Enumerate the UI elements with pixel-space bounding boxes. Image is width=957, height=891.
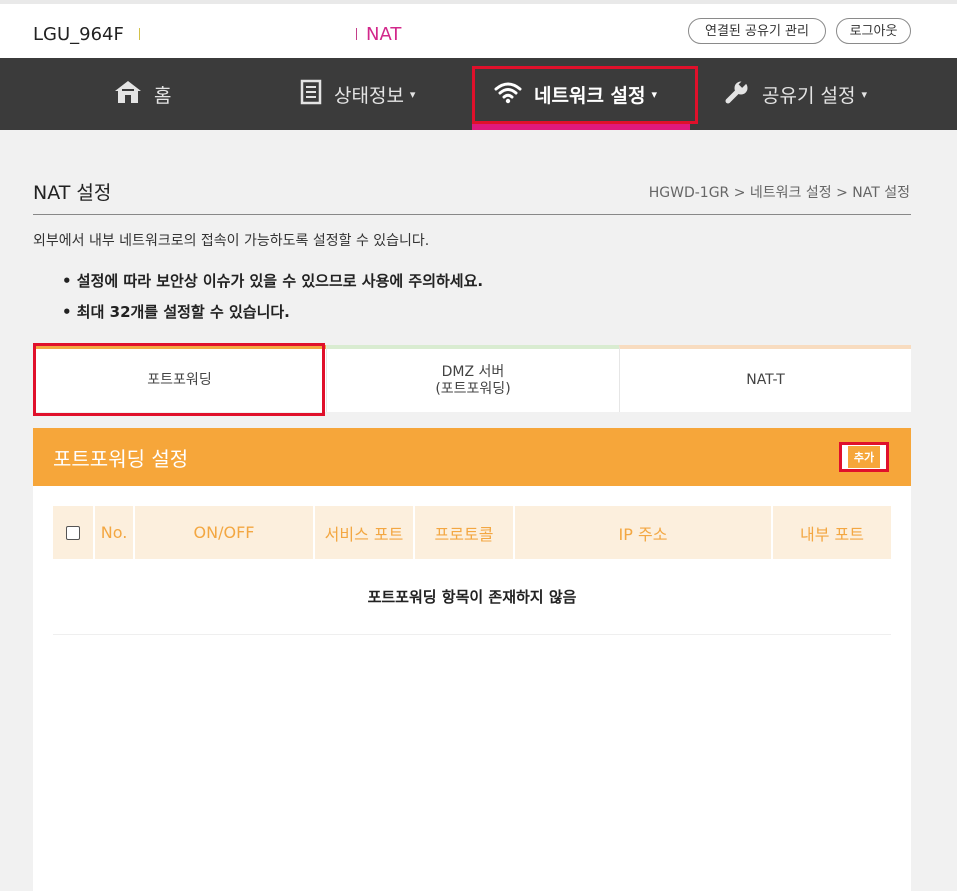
breadcrumb: HGWD-1GR > 네트워크 설정 > NAT 설정 — [648, 185, 910, 201]
column-header: IP 주소 — [515, 506, 771, 559]
nav-status[interactable]: 상태정보 ▾ — [300, 58, 415, 130]
ssid-label: LGU_964F — [33, 24, 124, 45]
active-nav-indicator — [472, 124, 690, 130]
empty-state-message: 포트포워딩 항목이 존재하지 않음 — [367, 588, 577, 606]
add-button-label: 추가 — [847, 446, 881, 468]
chevron-down-icon: ▾ — [861, 87, 867, 101]
add-button[interactable]: 추가 — [839, 442, 889, 472]
select-all-checkbox[interactable] — [66, 525, 80, 540]
mode-label: NAT — [366, 24, 402, 45]
page-description: 외부에서 내부 네트워크로의 접속이 가능하도록 설정할 수 있습니다. — [33, 233, 430, 249]
page-title: NAT 설정 — [33, 182, 112, 204]
nav-router-label: 공유기 설정 — [762, 84, 856, 107]
nav-home[interactable]: 홈 — [114, 58, 171, 130]
separator — [356, 28, 357, 40]
nav-router-settings[interactable]: 공유기 설정 ▾ — [724, 58, 867, 130]
tab-dmz-label: DMZ 서버 (포트포워딩) — [435, 363, 511, 397]
column-header: 내부 포트 — [773, 506, 891, 559]
manage-router-button[interactable]: 연결된 공유기 관리 — [688, 18, 826, 44]
note-item: • 최대 32개를 설정할 수 있습니다. — [62, 303, 290, 321]
port-forwarding-panel-header: 포트포워딩 설정 추가 — [33, 428, 911, 486]
note-item: • 설정에 따라 보안상 이슈가 있을 수 있으므로 사용에 주의하세요. — [62, 272, 484, 290]
column-header: 프로토콜 — [415, 506, 513, 559]
logout-button[interactable]: 로그아웃 — [836, 18, 911, 44]
column-header: ON/OFF — [135, 506, 313, 559]
wrench-icon — [724, 79, 750, 110]
separator — [139, 28, 140, 40]
port-forwarding-panel: No. ON/OFF 서비스 포트 프로토콜 IP 주소 내부 포트 포트포워딩… — [33, 486, 911, 891]
highlight-box — [33, 343, 325, 416]
home-icon — [114, 79, 142, 110]
table-header: No. ON/OFF 서비스 포트 프로토콜 IP 주소 내부 포트 — [53, 506, 891, 559]
nav-home-label: 홈 — [154, 84, 172, 107]
nav-status-label: 상태정보 — [334, 84, 404, 107]
panel-title: 포트포워딩 설정 — [53, 447, 189, 471]
divider — [33, 214, 911, 215]
column-header: No. — [95, 506, 133, 559]
tab-dmz-server[interactable]: DMZ 서버 (포트포워딩) — [326, 345, 619, 412]
top-bar: LGU_964F NAT 연결된 공유기 관리 로그아웃 — [0, 0, 957, 58]
chevron-down-icon: ▾ — [409, 87, 416, 101]
tab-nat-t[interactable]: NAT-T — [619, 345, 911, 412]
document-icon — [300, 79, 322, 110]
highlight-box — [472, 66, 698, 124]
column-header: 서비스 포트 — [315, 506, 413, 559]
divider — [53, 634, 891, 635]
select-all-cell — [53, 506, 93, 559]
